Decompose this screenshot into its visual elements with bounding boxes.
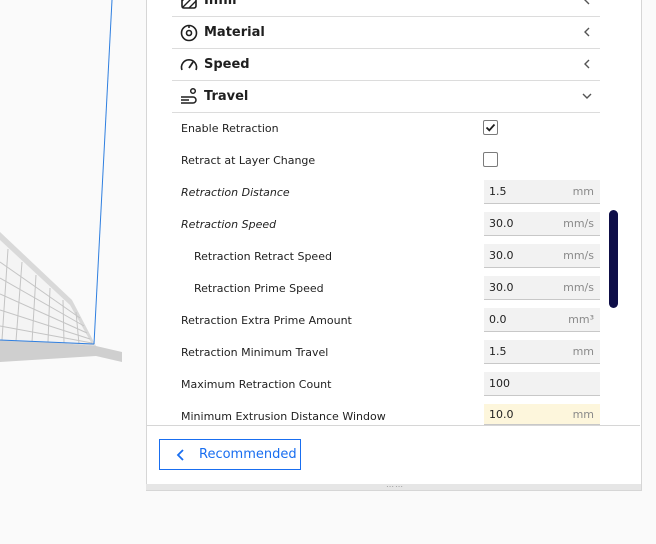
category-label: Speed — [204, 57, 250, 72]
setting-label: Enable Retraction — [181, 121, 279, 135]
travel-icon — [178, 86, 200, 108]
field-value: 30.0 — [489, 281, 514, 294]
settings-scrollbar[interactable] — [609, 210, 618, 308]
checkmark-icon — [485, 123, 496, 132]
setting-label: Retraction Extra Prime Amount — [181, 313, 352, 327]
retract-at-layer-change-checkbox[interactable] — [483, 152, 498, 167]
field-value: 1.5 — [489, 345, 507, 358]
setting-label: Retraction Distance — [181, 185, 290, 199]
setting-label: Retraction Prime Speed — [194, 281, 324, 295]
retraction-minimum-travel-input[interactable]: 1.5 mm — [484, 340, 600, 364]
chevron-left-icon — [176, 448, 184, 461]
field-unit: mm/s — [563, 249, 594, 262]
setting-retract-at-layer-change: Retract at Layer Change — [181, 148, 601, 172]
category-material[interactable]: Material — [172, 17, 600, 49]
category-infill[interactable]: Infill — [172, 0, 600, 17]
category-label: Infill — [204, 0, 237, 8]
field-value: 10.0 — [489, 407, 514, 421]
setting-label: Retraction Minimum Travel — [181, 345, 329, 359]
setting-label: Retraction Speed — [181, 217, 277, 231]
chevron-down-icon — [582, 93, 592, 99]
category-travel[interactable]: Travel — [172, 81, 600, 113]
field-unit: mm/s — [563, 217, 594, 230]
field-unit: mm/s — [563, 281, 594, 294]
category-speed[interactable]: Speed — [172, 49, 600, 81]
retraction-speed-input[interactable]: 30.0 mm/s — [484, 212, 600, 236]
field-unit: mm³ — [568, 313, 594, 326]
field-value: 1.5 — [489, 185, 507, 198]
infill-icon — [178, 0, 200, 12]
chevron-left-icon — [584, 27, 590, 37]
footer-divider — [146, 425, 640, 426]
setting-enable-retraction: Enable Retraction — [181, 116, 601, 140]
retraction-retract-speed-input[interactable]: 30.0 mm/s — [484, 244, 600, 268]
field-unit: mm — [572, 407, 594, 421]
build-volume-edge — [93, 0, 113, 345]
setting-label: Maximum Retraction Count — [181, 377, 332, 391]
recommended-button[interactable]: Recommended — [159, 439, 301, 470]
speed-icon — [178, 54, 200, 76]
field-value: 100 — [489, 377, 510, 390]
setting-label: Retraction Retract Speed — [194, 249, 332, 263]
field-unit: mm — [572, 185, 594, 198]
setting-label: Minimum Extrusion Distance Window — [181, 409, 386, 423]
build-plate-view — [0, 0, 122, 362]
retraction-prime-speed-input[interactable]: 30.0 mm/s — [484, 276, 600, 300]
field-value: 0.0 — [489, 313, 507, 326]
enable-retraction-checkbox[interactable] — [483, 120, 498, 135]
recommended-button-label: Recommended — [199, 447, 297, 462]
resize-grip-icon[interactable]: ⋯⋯ — [386, 483, 404, 491]
setting-label: Retract at Layer Change — [181, 153, 316, 167]
category-label: Material — [204, 25, 265, 40]
minimum-extrusion-distance-window-input[interactable]: 10.0 mm — [484, 404, 600, 425]
category-label: Travel — [204, 89, 249, 104]
3d-viewport[interactable] — [0, 0, 146, 544]
maximum-retraction-count-input[interactable]: 100 — [484, 372, 600, 396]
retraction-extra-prime-amount-input[interactable]: 0.0 mm³ — [484, 308, 600, 332]
retraction-distance-input[interactable]: 1.5 mm — [484, 180, 600, 204]
chevron-left-icon — [584, 0, 590, 5]
field-value: 30.0 — [489, 249, 514, 262]
field-value: 30.0 — [489, 217, 514, 230]
field-unit: mm — [572, 345, 594, 358]
chevron-left-icon — [584, 59, 590, 69]
material-icon — [178, 22, 200, 44]
